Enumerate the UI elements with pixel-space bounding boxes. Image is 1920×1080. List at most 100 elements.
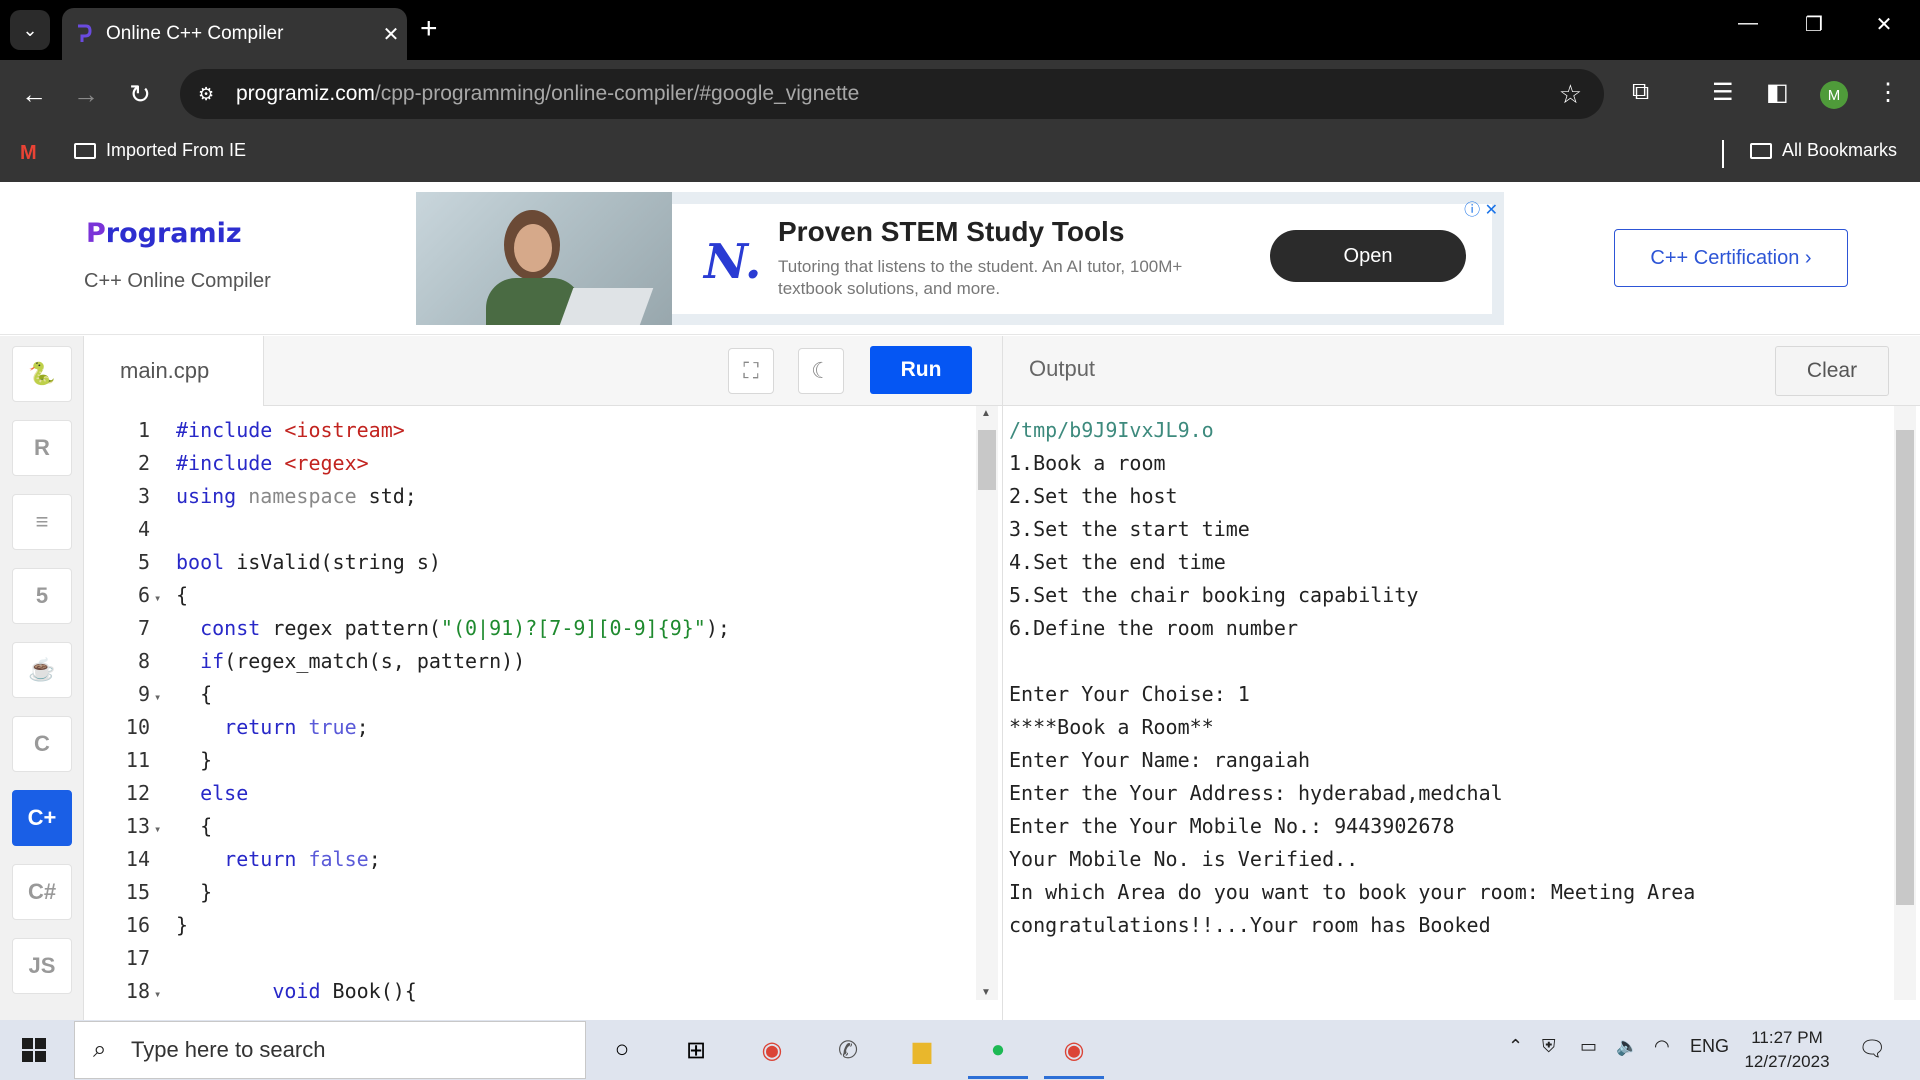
side-panel-icon[interactable]: ◧ <box>1766 78 1789 107</box>
output-scrollbar[interactable] <box>1894 406 1916 1000</box>
fullscreen-icon[interactable]: ⛶ <box>728 348 774 394</box>
all-bookmarks[interactable]: All Bookmarks <box>1750 140 1897 161</box>
new-tab-button[interactable]: + <box>420 14 438 44</box>
code-line: 17 <box>84 942 964 975</box>
file-explorer-icon[interactable]: ▆ <box>904 1032 940 1068</box>
language-js-button[interactable]: JS <box>12 938 72 994</box>
site-info-icon[interactable]: ⚙ <box>198 84 224 105</box>
bookmark-imported-from-ie[interactable]: Imported From IE <box>74 140 246 161</box>
code-scrollbar-thumb[interactable] <box>978 430 996 490</box>
code-line: 12 else <box>84 777 964 810</box>
code-editor[interactable]: 1 #include <iostream> 2 #include <regex> 3 us… <box>84 406 1002 1020</box>
gmail-icon[interactable]: M <box>20 142 37 165</box>
fold-toggle-icon[interactable]: ▾ <box>154 978 176 1011</box>
programiz-logo[interactable]: Programiz <box>86 218 242 249</box>
csharp-icon: C# <box>27 879 57 904</box>
editor-header: main.cpp ⛶ ☾ Run <box>84 336 1002 406</box>
dark-mode-icon[interactable]: ☾ <box>798 348 844 394</box>
system-clock[interactable]: 11:27 PM 12/27/2023 <box>1740 1026 1834 1074</box>
logo-letter: P <box>86 218 106 249</box>
address-bar[interactable]: ⚙ programiz.com/cpp-programming/online-c… <box>180 69 1604 119</box>
extensions-icon[interactable]: ⧉ <box>1632 78 1649 106</box>
spotify-icon[interactable]: ● <box>980 1032 1016 1068</box>
language-java-button[interactable]: ☕ <box>12 642 72 698</box>
reading-list-icon[interactable]: ☰ <box>1712 78 1734 107</box>
tab-search-button[interactable]: ⌄ <box>10 10 50 50</box>
code-line: 6 ▾{ <box>84 579 964 612</box>
ad-choices-icon[interactable]: ⓘ ✕ <box>1464 196 1498 220</box>
battery-icon[interactable]: ▭ <box>1580 1036 1597 1057</box>
language-r-button[interactable]: R <box>12 420 72 476</box>
language-c-button[interactable]: C <box>12 716 72 772</box>
security-icon[interactable]: ⛨ <box>1542 1036 1556 1057</box>
code-token: isValid(string s) <box>236 550 441 574</box>
language-sql-button[interactable]: ≡ <box>12 494 72 550</box>
output-line: Enter the Your Mobile No.: 9443902678 <box>1009 814 1455 838</box>
ad-card[interactable]: N. Proven STEM Study Tools Tutoring that… <box>672 204 1492 314</box>
file-tab-main-cpp[interactable]: main.cpp <box>84 336 264 406</box>
cpp-certification-button[interactable]: C++ Certification › <box>1614 229 1848 287</box>
browser-tab[interactable]: Online C++ Compiler ✕ <box>62 8 407 60</box>
language-html-button[interactable]: 5 <box>12 568 72 624</box>
code-token: using <box>176 484 249 508</box>
clock-time: 11:27 PM <box>1751 1028 1823 1047</box>
scroll-down-icon[interactable]: ▼ <box>981 987 991 998</box>
ad-photo-face <box>514 224 552 272</box>
output-line: Your Mobile No. is Verified.. <box>1009 847 1359 871</box>
code-line: 10 return true; <box>84 711 964 744</box>
fold-toggle-icon[interactable]: ▾ <box>154 813 176 846</box>
cortana-icon[interactable]: ○ <box>604 1032 640 1068</box>
restore-button[interactable]: ❐ <box>1784 12 1844 37</box>
code-line: 1 #include <iostream> <box>84 414 964 447</box>
code-line: 3 using namespace std; <box>84 480 964 513</box>
reload-button[interactable]: ↻ <box>122 76 158 112</box>
menu-icon[interactable]: ⋮ <box>1876 78 1900 107</box>
chrome-profile-icon[interactable]: ◉ <box>1056 1032 1092 1068</box>
ad-open-button[interactable]: Open <box>1270 230 1466 282</box>
minimize-button[interactable]: — <box>1718 12 1778 35</box>
task-view-icon[interactable]: ⊞ <box>678 1032 714 1068</box>
code-token: ; <box>356 715 369 739</box>
chrome-icon[interactable]: ◉ <box>754 1032 790 1068</box>
scroll-up-icon[interactable]: ▲ <box>981 408 991 419</box>
bookmark-star-icon[interactable]: ☆ <box>1559 79 1582 110</box>
wifi-icon[interactable]: ◠ <box>1654 1036 1670 1057</box>
run-button[interactable]: Run <box>870 346 972 394</box>
taskbar-search[interactable]: ⌕ Type here to search <box>74 1021 586 1079</box>
advertisement-banner[interactable]: N. Proven STEM Study Tools Tutoring that… <box>416 192 1504 325</box>
output-line: Enter Your Choise: 1 <box>1009 682 1250 706</box>
code-token: #include <box>176 418 285 442</box>
windows-start-icon[interactable] <box>22 1038 46 1062</box>
language-cpp-button[interactable]: C+ <box>12 790 72 846</box>
window-close-button[interactable]: ✕ <box>1854 12 1914 37</box>
bookmarks-bar: M Imported From IE All Bookmarks <box>0 128 1920 182</box>
code-scrollbar[interactable]: ▲ ▼ <box>976 406 998 1000</box>
input-language[interactable]: ENG <box>1690 1036 1729 1057</box>
code-token: return <box>224 715 309 739</box>
show-hidden-icons-icon[interactable]: ⌃ <box>1508 1036 1523 1057</box>
tab-close-icon[interactable]: ✕ <box>375 22 407 47</box>
fold-toggle-icon[interactable]: ▾ <box>154 681 176 714</box>
url-domain: programiz.com <box>236 82 375 105</box>
back-button[interactable]: ← <box>16 76 52 112</box>
line-number: 7 <box>137 616 150 640</box>
url-text[interactable]: programiz.com/cpp-programming/online-com… <box>236 82 859 106</box>
output-console[interactable]: /tmp/b9J9IvxJL9.o 1.Book a room 2.Set the … <box>1002 406 1920 1020</box>
notifications-icon[interactable]: 🗨 <box>1858 1036 1886 1062</box>
fold-toggle-icon[interactable]: ▾ <box>154 582 176 615</box>
profile-avatar[interactable]: M <box>1820 81 1848 109</box>
code-token: } <box>176 748 213 772</box>
code-line: 5 bool isValid(string s) <box>84 546 964 579</box>
language-csharp-button[interactable]: C# <box>12 864 72 920</box>
forward-button[interactable]: → <box>68 76 104 112</box>
language-python-button[interactable]: 🐍 <box>12 346 72 402</box>
search-icon: ⌕ <box>93 1036 107 1063</box>
ad-photo-laptop <box>558 288 654 325</box>
output-line: Enter the Your Address: hyderabad,medcha… <box>1009 781 1503 805</box>
whatsapp-icon[interactable]: ✆ <box>830 1032 866 1068</box>
output-scrollbar-thumb[interactable] <box>1896 430 1914 905</box>
volume-icon[interactable]: 🔈 <box>1616 1036 1638 1057</box>
clear-button[interactable]: Clear <box>1775 346 1889 396</box>
code-token: true <box>308 715 357 739</box>
